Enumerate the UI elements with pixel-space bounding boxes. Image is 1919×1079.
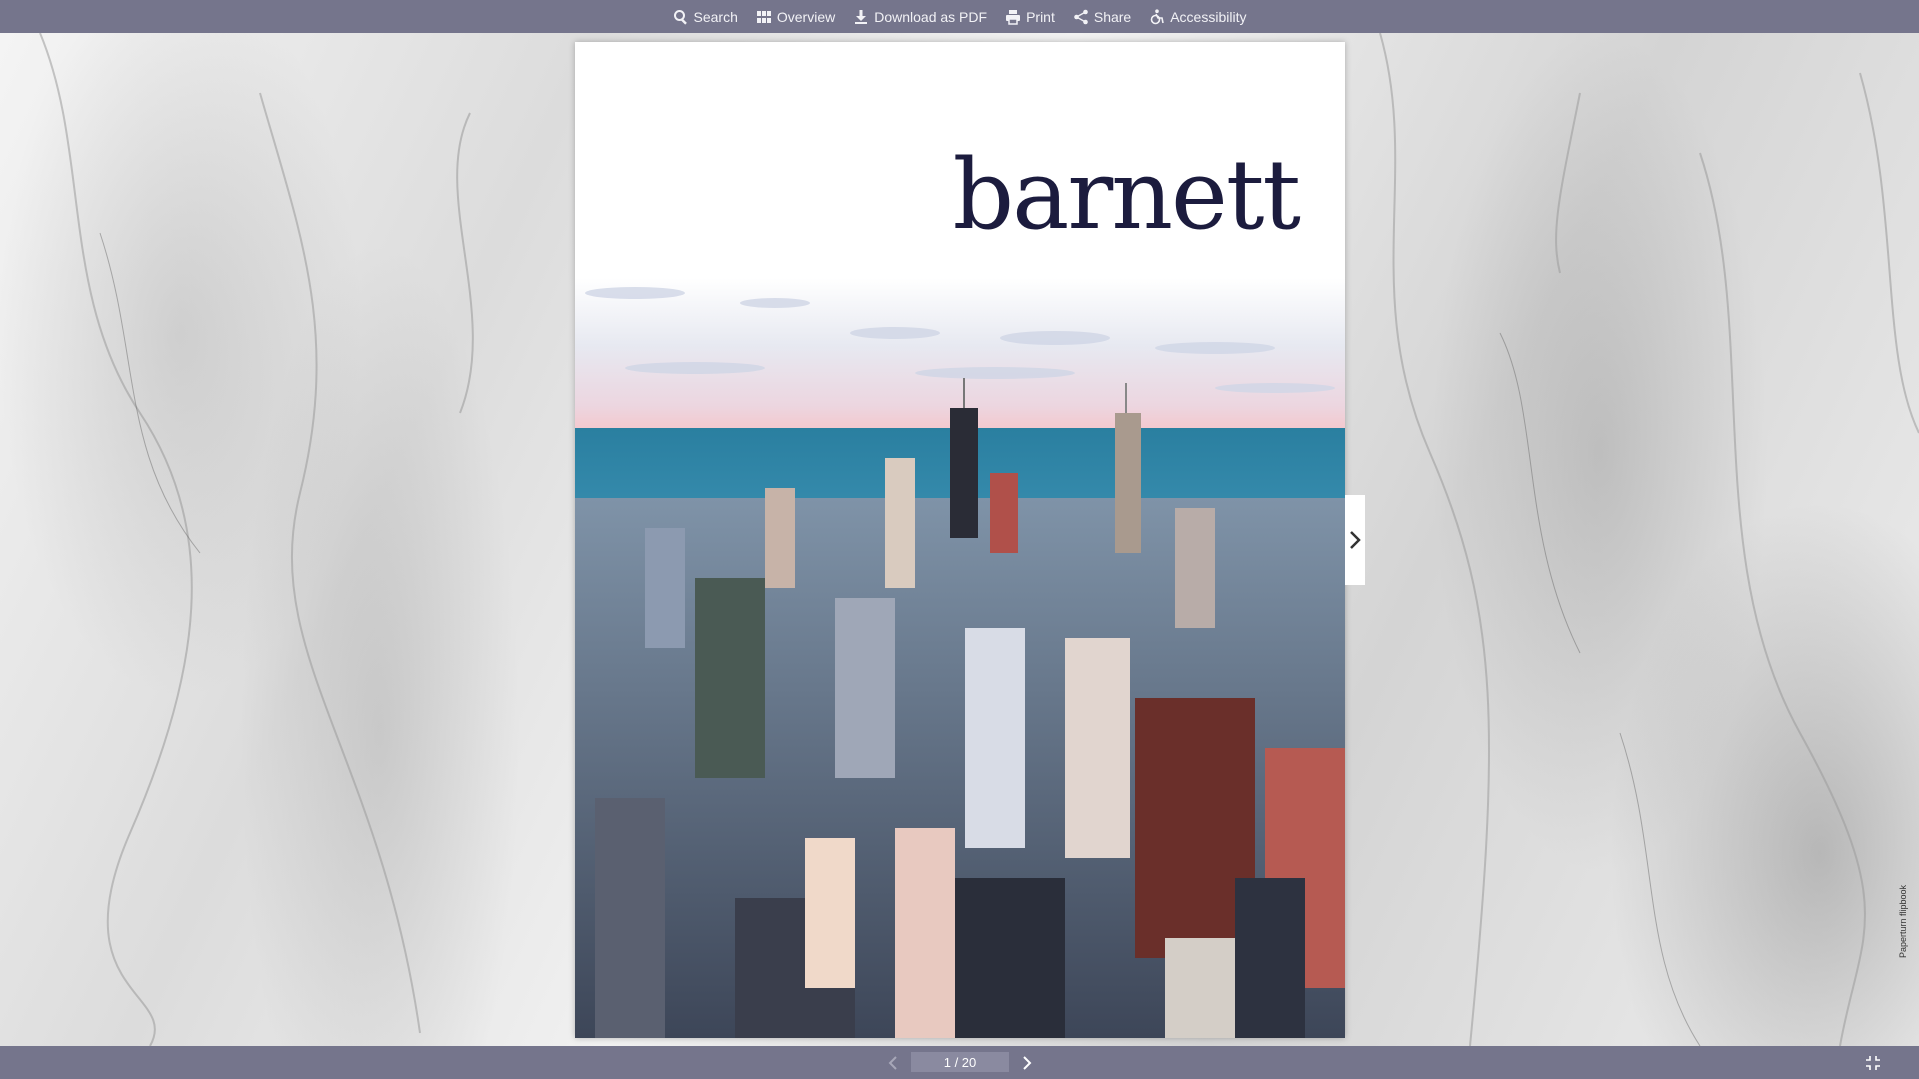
overview-label: Overview <box>776 8 836 25</box>
search-icon <box>673 9 687 25</box>
print-button[interactable]: Print <box>1005 9 1055 25</box>
share-button[interactable]: Share <box>1073 9 1131 25</box>
next-page-button[interactable] <box>1019 1055 1035 1071</box>
accessibility-icon <box>1150 8 1165 24</box>
download-pdf-button[interactable]: Download as PDF <box>853 9 987 25</box>
exit-fullscreen-icon[interactable] <box>1866 1056 1880 1070</box>
search-label: Search <box>693 8 738 25</box>
flipbook-page: barnett <box>575 42 1345 1038</box>
bottom-toolbar <box>0 1046 1919 1079</box>
top-toolbar: Search Overview Download as PDF Print Sh… <box>0 0 1919 33</box>
accessibility-label: Accessibility <box>1170 8 1247 25</box>
city-skyline-photo <box>575 278 1345 1038</box>
share-icon <box>1074 9 1088 24</box>
print-label: Print <box>1026 8 1055 25</box>
next-page-tab[interactable] <box>1345 495 1365 585</box>
page-number-input[interactable] <box>911 1052 1009 1072</box>
share-label: Share <box>1093 8 1132 25</box>
download-label: Download as PDF <box>874 8 988 25</box>
accessibility-button[interactable]: Accessibility <box>1149 9 1246 25</box>
download-icon <box>855 9 868 24</box>
paperturn-credit[interactable]: Paperturn flipbook <box>1898 885 1908 958</box>
search-button[interactable]: Search <box>673 9 738 25</box>
previous-page-button[interactable] <box>885 1055 901 1071</box>
overview-button[interactable]: Overview <box>756 9 835 25</box>
printer-icon <box>1006 9 1021 25</box>
chevron-right-icon <box>1350 531 1361 549</box>
brand-logo-text: barnett <box>952 139 1301 251</box>
grid-icon <box>756 10 771 23</box>
